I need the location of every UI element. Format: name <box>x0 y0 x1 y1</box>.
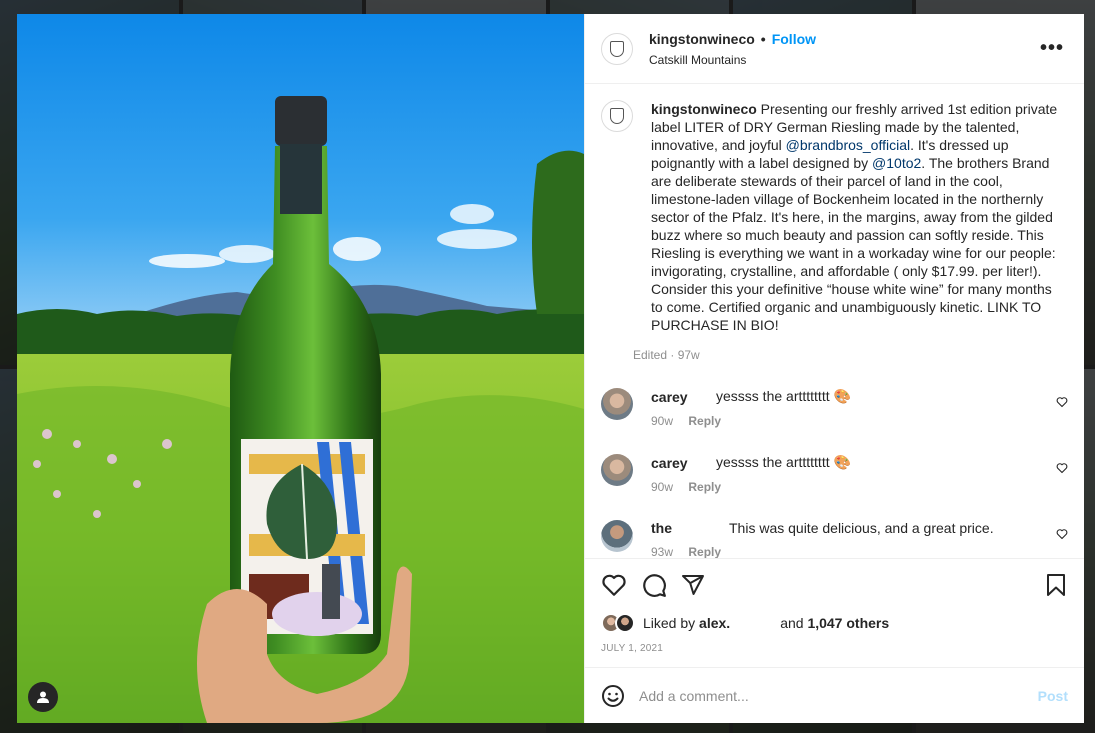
commenter-username[interactable]: the <box>651 520 729 536</box>
post-comment-button[interactable]: Post <box>1038 688 1068 704</box>
post-details-panel: kingstonwineco • Follow Catskill Mountai… <box>584 14 1084 723</box>
commenter-avatar[interactable] <box>601 454 633 486</box>
heart-icon <box>602 574 626 596</box>
add-comment-bar: Post <box>585 667 1084 723</box>
comment-bubble-icon <box>643 574 666 597</box>
comment-heart-icon[interactable] <box>1056 528 1068 540</box>
wine-bottle-photo <box>17 14 584 723</box>
mention-link-10to2[interactable]: @10to2 <box>872 155 921 171</box>
comments-section: kingstonwineco Presenting our freshly ar… <box>585 84 1084 558</box>
bookmark-icon <box>1047 574 1065 596</box>
comment-text: yessss the artttttttt 🎨 <box>716 388 851 404</box>
post-location[interactable]: Catskill Mountains <box>649 53 816 67</box>
commenter-username[interactable]: carey <box>651 389 716 405</box>
comment-text: This was quite delicious, and a great pr… <box>729 520 994 536</box>
mention-link-brandbros[interactable]: @brandbros_official <box>786 137 910 153</box>
post-date[interactable]: JULY 1, 2021 <box>601 643 1068 654</box>
user-tag-button[interactable] <box>28 682 58 712</box>
comment-item: carey yessss the artttttttt 🎨 90w Reply <box>601 388 1068 430</box>
comment-heart-icon[interactable] <box>1056 396 1068 408</box>
comment-item: the This was quite delicious, and a grea… <box>601 520 1068 558</box>
reply-button[interactable]: Reply <box>688 545 721 558</box>
caption-text: kingstonwineco Presenting our freshly ar… <box>651 101 1058 333</box>
post-caption: kingstonwineco Presenting our freshly ar… <box>601 100 1068 362</box>
save-button[interactable] <box>1044 573 1068 597</box>
commenter-avatar[interactable] <box>601 388 633 420</box>
post-header: kingstonwineco • Follow Catskill Mountai… <box>585 14 1084 84</box>
like-button[interactable] <box>601 572 627 598</box>
caption-avatar[interactable] <box>601 100 633 132</box>
comment-age: 90w <box>651 414 674 428</box>
likes-summary: Liked by alex. and 1,047 others <box>601 613 1068 633</box>
comment-age: 90w <box>651 480 674 494</box>
caption-meta: Edited · 97w <box>633 348 700 362</box>
reply-button[interactable]: Reply <box>688 480 721 494</box>
caption-username[interactable]: kingstonwineco <box>651 101 757 117</box>
more-options-icon[interactable]: ••• <box>1040 38 1064 58</box>
separator-dot: • <box>760 30 766 47</box>
comment-age: 93w <box>651 545 674 558</box>
user-tag-icon <box>37 691 49 703</box>
comment-heart-icon[interactable] <box>1056 462 1068 474</box>
likes-count-link[interactable]: 1,047 others <box>807 615 889 631</box>
post-modal: kingstonwineco • Follow Catskill Mountai… <box>17 14 1084 723</box>
liker-avatar[interactable] <box>615 613 635 633</box>
comment-input[interactable] <box>639 687 1038 704</box>
follow-button[interactable]: Follow <box>772 31 816 47</box>
post-actions: Liked by alex. and 1,047 others JULY 1, 2… <box>585 558 1084 667</box>
account-avatar[interactable] <box>601 32 633 65</box>
comment-text: yessss the artttttttt 🎨 <box>716 454 851 470</box>
emoji-smiley-icon[interactable] <box>601 684 625 708</box>
reply-button[interactable]: Reply <box>688 414 721 428</box>
comment-button[interactable] <box>641 572 667 598</box>
account-username[interactable]: kingstonwineco <box>649 31 755 47</box>
share-paper-plane-icon <box>682 575 704 595</box>
commenter-avatar[interactable] <box>601 520 633 552</box>
comment-item: carey yessss the artttttttt 🎨 90w Reply <box>601 454 1068 496</box>
share-button[interactable] <box>681 573 705 597</box>
post-photo[interactable] <box>17 14 584 723</box>
commenter-username[interactable]: carey <box>651 455 716 471</box>
liker-username[interactable]: alex. <box>699 615 730 631</box>
